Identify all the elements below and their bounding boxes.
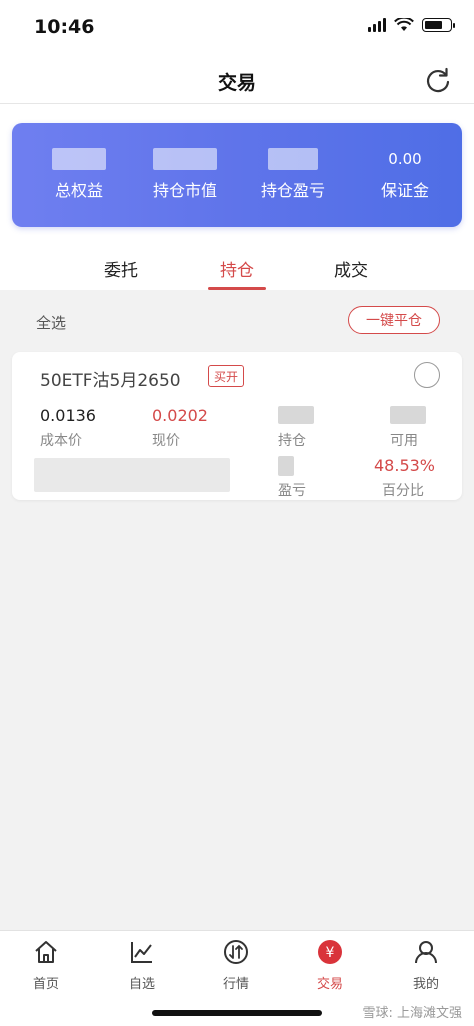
- metric-pnl: 盈亏: [278, 456, 378, 500]
- refresh-button[interactable]: [422, 64, 454, 96]
- masked-value: [390, 406, 426, 424]
- user-icon: [413, 939, 439, 965]
- percent-label: 百分比: [382, 483, 424, 499]
- tabbar-label: 首页: [32, 977, 59, 992]
- summary-position-pnl: 持仓盈亏: [238, 147, 348, 201]
- metric-percent: 48.53% 百分比: [374, 456, 474, 500]
- tabbar-item-watchlist[interactable]: 自选: [102, 939, 182, 992]
- masked-value: [34, 458, 230, 492]
- page-title: 交易: [217, 72, 256, 94]
- trade-tabs: 委托 持仓 成交: [0, 240, 474, 290]
- signal-icon: [368, 18, 386, 32]
- active-tab-indicator: [208, 287, 266, 290]
- tabbar-label: 交易: [316, 977, 343, 992]
- status-icons: [368, 18, 455, 32]
- svg-text:¥: ¥: [326, 945, 335, 961]
- pnl-label: 盈亏: [278, 483, 306, 499]
- summary-total-equity: 总权益: [24, 147, 134, 201]
- masked-value: [153, 148, 217, 170]
- tabbar-item-market[interactable]: 行情: [196, 939, 276, 992]
- cost-price-value: 0.0136: [40, 406, 96, 425]
- contract-name: 50ETF沽5月2650: [40, 371, 181, 391]
- masked-value: [278, 406, 314, 424]
- tabbar-label: 自选: [128, 977, 155, 992]
- available-label: 可用: [390, 433, 418, 449]
- wifi-icon: [394, 18, 414, 31]
- market-icon: [223, 939, 249, 965]
- cost-price-label: 成本价: [40, 433, 82, 449]
- select-all-button[interactable]: 全选: [36, 312, 66, 333]
- tabbar-label: 行情: [222, 977, 249, 992]
- tab-deals[interactable]: 成交: [334, 256, 368, 281]
- selection-toolbar: 全选 一键平仓: [0, 296, 474, 348]
- current-price-value: 0.0202: [152, 406, 208, 425]
- watermark: 雪球: 上海滩文强: [362, 1006, 462, 1021]
- tabbar-item-me[interactable]: 我的: [386, 939, 466, 992]
- position-card[interactable]: 50ETF沽5月2650 买开 0.0136 成本价 0.0202 现价 持仓 …: [12, 352, 462, 500]
- select-radio[interactable]: [414, 362, 440, 388]
- summary-label: 持仓市值: [152, 181, 217, 200]
- side-badge: 买开: [208, 365, 245, 387]
- close-all-button[interactable]: 一键平仓: [348, 306, 440, 334]
- masked-value: [52, 148, 106, 170]
- masked-value: [278, 456, 294, 476]
- tabbar-item-trade[interactable]: ¥ 交易: [290, 939, 370, 992]
- summary-label: 总权益: [54, 181, 103, 200]
- percent-value: 48.53%: [374, 456, 436, 475]
- metric-market-value: [34, 458, 234, 492]
- metric-available: 可用: [390, 406, 474, 450]
- home-icon: [33, 939, 59, 965]
- summary-label: 保证金: [380, 181, 429, 200]
- nav-bar: 交易: [0, 56, 474, 104]
- tabbar-item-home[interactable]: 首页: [6, 939, 86, 992]
- status-time: 10:46: [34, 16, 95, 38]
- trade-icon: ¥: [317, 939, 343, 965]
- tab-positions[interactable]: 持仓: [220, 256, 254, 281]
- current-price-label: 现价: [152, 433, 180, 449]
- metric-current-price: 0.0202 现价: [152, 406, 252, 450]
- refresh-icon: [426, 67, 450, 93]
- masked-value: [268, 148, 318, 170]
- chart-icon: [129, 939, 155, 965]
- metric-cost-price: 0.0136 成本价: [40, 406, 140, 450]
- summary-margin: 0.00 保证金: [350, 147, 460, 201]
- battery-icon: [422, 18, 455, 32]
- summary-label: 持仓盈亏: [260, 181, 325, 200]
- status-bar: 10:46: [0, 0, 474, 56]
- account-summary-card: 总权益 持仓市值 持仓盈亏 0.00 保证金: [12, 123, 462, 227]
- summary-market-value: 持仓市值: [130, 147, 240, 201]
- metric-holding: 持仓: [278, 406, 378, 450]
- tabbar-label: 我的: [412, 977, 439, 992]
- home-indicator: [152, 1010, 322, 1016]
- summary-value: 0.00: [388, 150, 422, 168]
- tab-orders[interactable]: 委托: [104, 256, 138, 281]
- holding-label: 持仓: [278, 433, 306, 449]
